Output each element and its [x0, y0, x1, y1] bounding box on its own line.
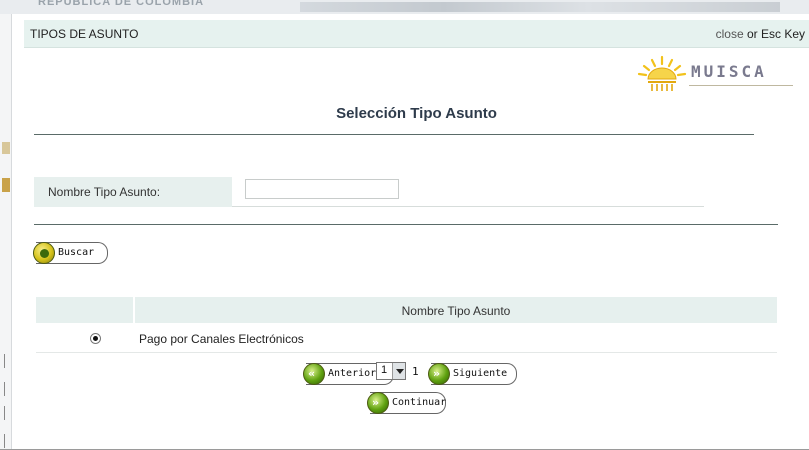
siguiente-button-label: Siguiente — [453, 368, 508, 379]
grid-header-nombre-tipo-asunto: Nombre Tipo Asunto — [135, 297, 777, 323]
close-or-text: or — [743, 27, 761, 41]
background-marker — [2, 142, 10, 154]
muisca-logo: MUISCA — [635, 54, 795, 94]
row-select-radio[interactable] — [90, 333, 101, 344]
close-area: close or Esc Key — [716, 27, 805, 41]
logo-underline — [689, 85, 793, 86]
logo-wordmark: MUISCA — [691, 62, 767, 81]
page-select-value: 1 — [381, 364, 388, 376]
continuar-button-label: Continuar — [392, 397, 447, 408]
background-header: REPUBLICA DE COLOMBIA — [0, 0, 809, 14]
background-tick — [4, 434, 8, 448]
background-marker — [2, 178, 10, 192]
table-row[interactable]: Pago por Canales Electrónicos — [36, 325, 777, 353]
background-tick — [4, 406, 8, 420]
search-divider — [34, 224, 778, 225]
background-tick — [4, 354, 8, 368]
background-header-band — [300, 2, 780, 12]
chevron-down-icon[interactable] — [392, 363, 405, 379]
row-nombre-tipo-asunto: Pago por Canales Electrónicos — [139, 332, 304, 346]
title-divider — [34, 134, 754, 135]
radio-selected-dot — [93, 336, 98, 341]
page-count: 1 — [412, 365, 419, 378]
sun-icon — [637, 55, 687, 91]
tipos-asunto-dialog: TIPOS DE ASUNTO close or Esc Key MUISCA … — [24, 20, 809, 450]
background-tick — [4, 382, 8, 396]
dialog-title: TIPOS DE ASUNTO — [30, 27, 139, 41]
nombre-tipo-asunto-input[interactable] — [245, 179, 399, 199]
search-field-row: Nombre Tipo Asunto: — [34, 177, 704, 207]
nombre-tipo-asunto-label: Nombre Tipo Asunto: — [34, 177, 232, 207]
background-left-edge — [0, 14, 12, 450]
anterior-button-label: Anterior — [328, 368, 377, 379]
page-title: Selección Tipo Asunto — [336, 105, 497, 122]
buscar-button-label: Buscar — [58, 247, 95, 258]
buscar-button[interactable]: Buscar — [33, 242, 108, 264]
dialog-titlebar: TIPOS DE ASUNTO close or Esc Key — [24, 20, 809, 48]
background-header-text: REPUBLICA DE COLOMBIA — [38, 0, 205, 8]
double-chevron-left-icon: « — [303, 363, 325, 385]
continuar-button[interactable]: » Continuar — [367, 392, 447, 414]
double-chevron-right-icon: » — [428, 363, 450, 385]
double-chevron-right-icon: » — [367, 392, 389, 414]
page-select[interactable]: 1 — [376, 362, 406, 380]
circle-icon — [33, 242, 55, 264]
esc-key-hint: Esc Key — [760, 27, 805, 41]
grid-header-select-column — [36, 297, 133, 323]
close-link[interactable]: close — [716, 27, 744, 41]
siguiente-button[interactable]: » Siguiente — [428, 363, 517, 385]
